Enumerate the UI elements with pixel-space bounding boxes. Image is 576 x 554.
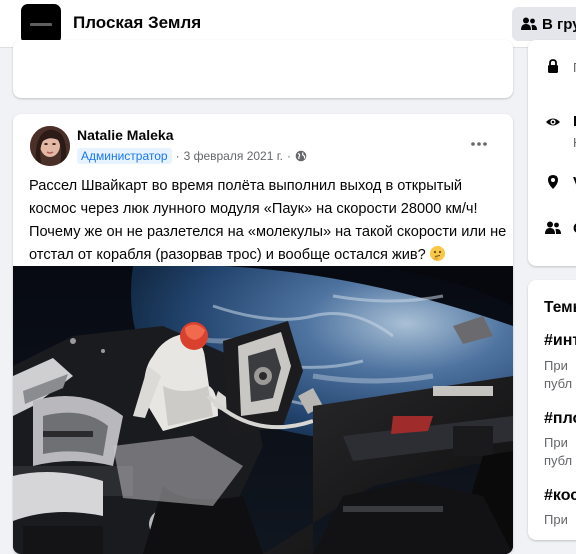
meta-dot: · xyxy=(286,149,291,163)
group-logo[interactable] xyxy=(21,4,61,44)
lock-icon xyxy=(548,59,558,73)
topics-heading: Темы xyxy=(544,299,576,316)
topic-tag[interactable]: #инт xyxy=(544,332,576,350)
people-icon xyxy=(521,17,537,30)
author-avatar[interactable] xyxy=(30,126,70,166)
group-title[interactable]: Плоская Земля xyxy=(73,13,201,33)
post-text: Рассел Швайкарт во время полёта выполнил… xyxy=(29,175,507,267)
post-meta: Администратор · 3 февраля 2021 г. · xyxy=(77,148,307,164)
role-badge[interactable]: Администратор xyxy=(77,148,172,164)
topic-tag[interactable]: #кос xyxy=(544,487,576,505)
group-action-label: В гру xyxy=(542,15,576,33)
topic-desc-line1: При xyxy=(544,435,568,450)
post-card: Natalie Maleka Администратор · 3 февраля… xyxy=(13,114,513,554)
thinking-face-emoji xyxy=(429,246,445,261)
location-icon xyxy=(548,175,558,189)
meta-separator: · xyxy=(175,149,180,163)
group-action-button[interactable]: В гру xyxy=(512,7,576,41)
topic-desc-line1: При xyxy=(544,358,568,373)
about-card: П В Н V С xyxy=(528,40,576,266)
post-photo[interactable] xyxy=(13,266,513,554)
topic-desc-line1: При xyxy=(544,512,568,527)
more-dots-icon[interactable] xyxy=(465,130,493,158)
post-date[interactable]: 3 февраля 2021 г. xyxy=(184,149,283,163)
people-icon xyxy=(545,221,561,234)
previous-post-card xyxy=(13,40,513,98)
topics-card: Темы #инт При публ #пло При публ #кос Пр… xyxy=(528,280,576,540)
topic-tag[interactable]: #пло xyxy=(544,410,576,428)
eye-icon xyxy=(546,118,560,126)
topic-desc-line2: публ xyxy=(544,453,573,468)
topic-desc-line2: публ xyxy=(544,376,573,391)
globe-icon xyxy=(295,150,307,162)
post-author-name[interactable]: Natalie Maleka xyxy=(77,127,174,143)
